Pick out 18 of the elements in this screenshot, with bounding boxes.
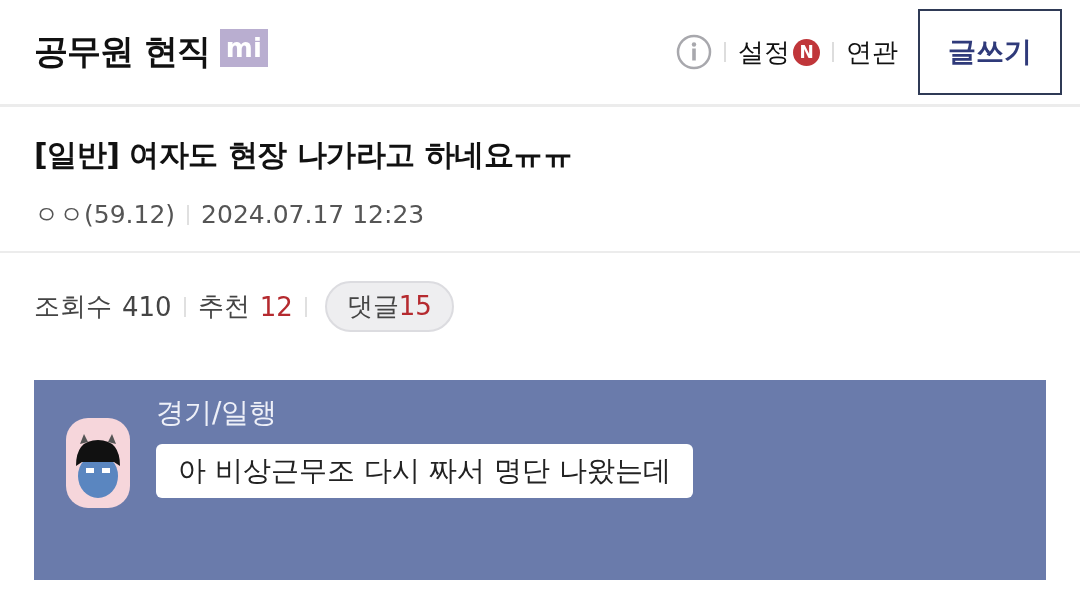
cartoon-avatar-icon [66, 418, 130, 508]
info-icon[interactable] [676, 34, 712, 70]
nav-link[interactable]: 연관 [846, 34, 898, 70]
views-count: 410 [122, 291, 172, 322]
post-title: [일반] 여자도 현장 나가라고 하네요ㅠㅠ [34, 136, 574, 174]
sender-name: 경기/일행 [156, 395, 279, 431]
likes-label: 추천 [197, 290, 250, 323]
nav-link[interactable]: 설정 [738, 34, 790, 70]
new-badge: N [793, 38, 820, 66]
author-name: ㅇㅇ(59.12) [34, 199, 176, 231]
post-date: 2024.07.17 12:23 [201, 200, 425, 229]
board-badge: mi [219, 29, 268, 67]
board-title: 공무원 현직 [34, 30, 210, 73]
message-text: 아 비상근무조 다시 짜서 명단 나왔는데 [178, 454, 671, 487]
views-label: 조회수 [34, 290, 112, 323]
comments-button[interactable]: 댓글15 [324, 281, 454, 332]
likes-count: 12 [259, 291, 293, 322]
write-button[interactable]: 글쓰기 [918, 9, 1062, 95]
